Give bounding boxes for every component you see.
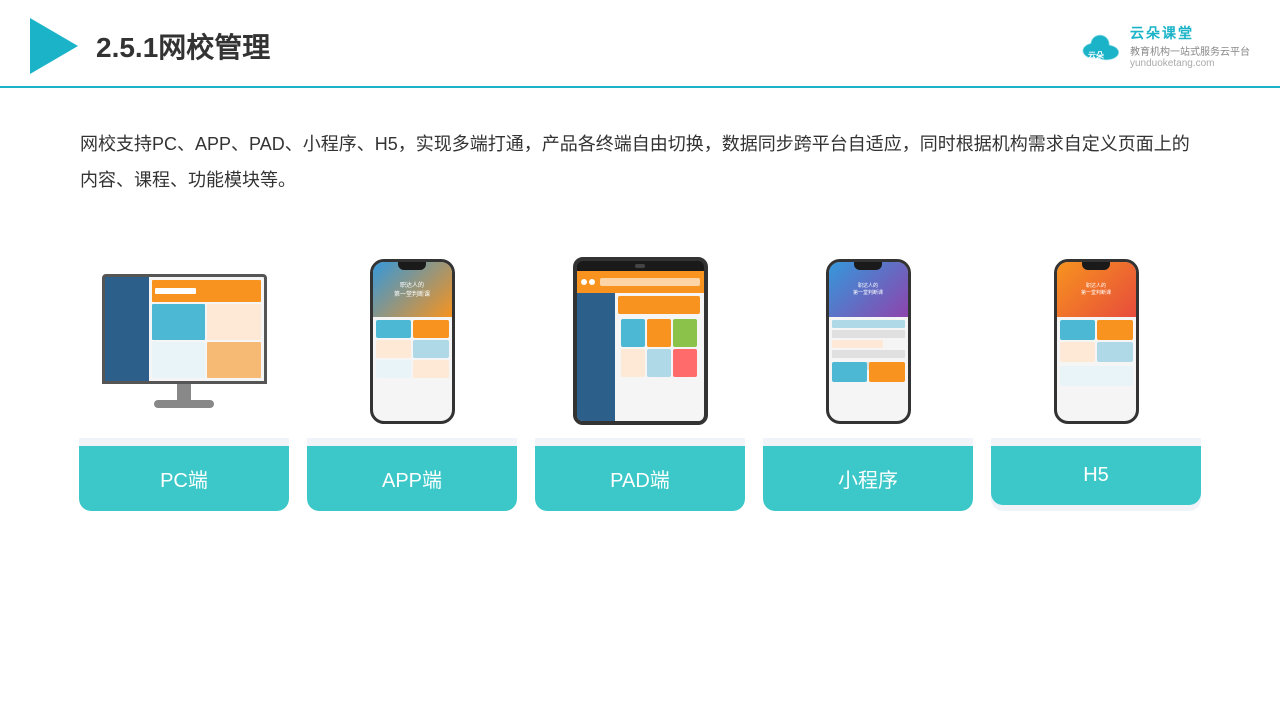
miniapp-screen: 职达人的第一堂判断课 bbox=[829, 262, 908, 421]
tablet-screen bbox=[577, 271, 704, 421]
miniapp-phone-icon: 职达人的第一堂判断课 bbox=[826, 259, 911, 424]
tablet-icon bbox=[573, 257, 708, 425]
brand-name-text: 云朵课堂 bbox=[1130, 23, 1194, 43]
card-miniapp-label: 小程序 bbox=[763, 446, 973, 511]
card-pad-image bbox=[535, 238, 745, 438]
card-miniapp-image: 职达人的第一堂判断课 bbox=[763, 238, 973, 438]
brand-section: 云朵 云朵课堂 教育机构一站式服务云平台 yunduoketang.com bbox=[1076, 23, 1250, 69]
monitor-screen bbox=[102, 274, 267, 384]
description-section: 网校支持PC、APP、PAD、小程序、H5，实现多端打通，产品各终端自由切换，数… bbox=[0, 88, 1280, 218]
cloud-icon: 云朵 bbox=[1076, 30, 1124, 62]
header: 2.5.1网校管理 云朵 云朵课堂 教育机构一站式服务云平台 yunduoket… bbox=[0, 0, 1280, 88]
h5-notch bbox=[1082, 262, 1110, 270]
cards-container: PC端 职达人的第一堂判断课 bbox=[0, 218, 1280, 541]
h5-body bbox=[1057, 317, 1136, 389]
description-text: 网校支持PC、APP、PAD、小程序、H5，实现多端打通，产品各终端自由切换，数… bbox=[80, 126, 1200, 198]
logo-triangle-icon bbox=[30, 18, 78, 74]
brand-text: 云朵课堂 教育机构一站式服务云平台 yunduoketang.com bbox=[1130, 23, 1250, 69]
phone-body: 职达人的第一堂判断课 bbox=[370, 259, 455, 424]
h5-phone-icon: 职达人的第一堂判断课 bbox=[1054, 259, 1139, 424]
tablet-header bbox=[577, 271, 704, 293]
card-app-label: APP端 bbox=[307, 446, 517, 511]
card-pad-label: PAD端 bbox=[535, 446, 745, 511]
svg-text:云朵: 云朵 bbox=[1088, 50, 1104, 60]
h5-banner: 职达人的第一堂判断课 bbox=[1057, 262, 1136, 317]
tablet-content bbox=[577, 271, 704, 421]
card-h5-image: 职达人的第一堂判断课 bbox=[991, 238, 1201, 438]
card-pc-label: PC端 bbox=[79, 446, 289, 511]
card-pad: PAD端 bbox=[535, 238, 745, 511]
pc-monitor-icon bbox=[102, 274, 267, 408]
phone-screen: 职达人的第一堂判断课 bbox=[373, 262, 452, 421]
page-title: 2.5.1网校管理 bbox=[96, 26, 270, 66]
miniapp-body bbox=[829, 317, 908, 373]
brand-url-text: yunduoketang.com bbox=[1130, 58, 1215, 69]
miniapp-banner: 职达人的第一堂判断课 bbox=[829, 262, 908, 317]
tablet-camera bbox=[635, 264, 645, 268]
brand-logo: 云朵 云朵课堂 教育机构一站式服务云平台 yunduoketang.com bbox=[1076, 23, 1250, 69]
card-app-image: 职达人的第一堂判断课 bbox=[307, 238, 517, 438]
app-phone-icon: 职达人的第一堂判断课 bbox=[370, 259, 455, 424]
card-app: 职达人的第一堂判断课 APP端 bbox=[307, 238, 517, 511]
card-h5: 职达人的第一堂判断课 H5 bbox=[991, 238, 1201, 511]
card-miniapp: 职达人的第一堂判断课 小程序 bbox=[763, 238, 973, 511]
card-h5-label: H5 bbox=[991, 446, 1201, 505]
tablet-body bbox=[573, 257, 708, 425]
header-left: 2.5.1网校管理 bbox=[30, 18, 270, 74]
h5-screen: 职达人的第一堂判断课 bbox=[1057, 262, 1136, 421]
card-pc: PC端 bbox=[79, 238, 289, 511]
card-pc-image bbox=[79, 238, 289, 438]
brand-slogan-text: 教育机构一站式服务云平台 bbox=[1130, 43, 1250, 58]
phone-notch bbox=[398, 262, 426, 270]
